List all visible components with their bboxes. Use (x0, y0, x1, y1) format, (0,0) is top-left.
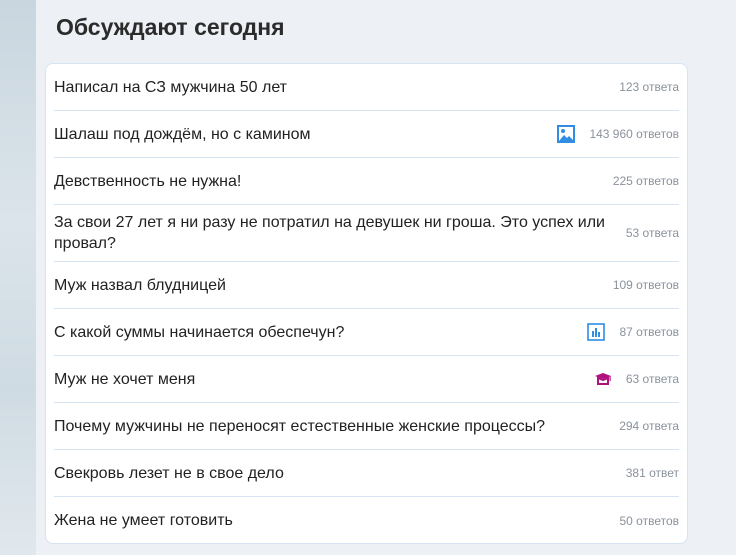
answer-count: 109 ответов (612, 278, 679, 292)
list-item[interactable]: Свекровь лезет не в свое дело 381 ответ (54, 450, 679, 497)
question-link[interactable]: Шалаш под дождём, но с камином (54, 124, 557, 145)
question-link[interactable]: Почему мужчины не переносят естественные… (54, 416, 619, 437)
question-link[interactable]: Девственность не нужна! (54, 171, 613, 192)
list-item[interactable]: Муж назвал блудницей 109 ответов (54, 262, 679, 309)
answer-count: 381 ответ (625, 466, 679, 480)
question-link[interactable]: Муж назвал блудницей (54, 275, 613, 296)
graduation-cap-icon (594, 370, 612, 388)
answer-count: 87 ответов (619, 325, 679, 339)
question-link[interactable]: Жена не умеет готовить (54, 510, 619, 531)
list-item[interactable]: За свои 27 лет я ни разу не потратил на … (54, 205, 679, 262)
answer-count: 123 ответа (619, 80, 679, 94)
answer-count: 53 ответа (625, 226, 679, 240)
question-link[interactable]: Свекровь лезет не в свое дело (54, 463, 626, 484)
question-link[interactable]: С какой суммы начинается обеспечун? (54, 322, 587, 343)
list-item[interactable]: Девственность не нужна! 225 ответов (54, 158, 679, 205)
question-link[interactable]: Муж не хочет меня (54, 369, 594, 390)
page-title: Обсуждают сегодня (56, 14, 285, 40)
list-item[interactable]: Почему мужчины не переносят естественные… (54, 403, 679, 450)
discussion-list: Написал на СЗ мужчина 50 лет 123 ответа Ш… (45, 63, 688, 544)
answer-count: 294 ответа (619, 419, 679, 433)
answer-count: 225 ответов (612, 174, 679, 188)
list-item[interactable]: Шалаш под дождём, но с камином 143 960 о… (54, 111, 679, 158)
image-icon (557, 125, 576, 143)
answer-count: 50 ответов (619, 513, 679, 528)
list-item[interactable]: Муж не хочет меня 63 ответа (54, 356, 679, 403)
question-link[interactable]: Написал на СЗ мужчина 50 лет (54, 77, 619, 98)
list-item[interactable]: Жена не умеет готовить 50 ответов (54, 497, 679, 544)
list-item[interactable]: Написал на СЗ мужчина 50 лет 123 ответа (54, 64, 679, 111)
poll-icon (587, 323, 606, 341)
list-item[interactable]: С какой суммы начинается обеспечун? 87 о… (54, 309, 679, 356)
question-link[interactable]: За свои 27 лет я ни разу не потратил на … (54, 212, 626, 254)
answer-count: 63 ответа (625, 372, 679, 386)
answer-count: 143 960 ответов (589, 127, 679, 141)
background-decoration (0, 0, 36, 555)
